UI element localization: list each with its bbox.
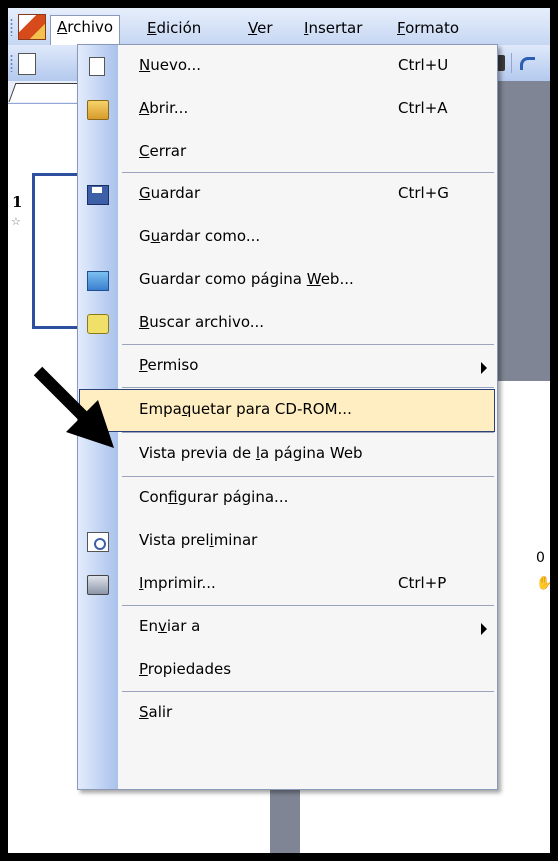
menu-insertar[interactable]: Insertar [298, 17, 368, 41]
ruler-zero-label: 0 [536, 550, 545, 566]
menu-item-salir[interactable]: Salir [78, 692, 497, 735]
submenu-arrow-icon [481, 362, 487, 374]
menu-formato[interactable]: Formato [391, 17, 465, 41]
print-preview-icon [87, 532, 109, 552]
submenu-arrow-icon [481, 623, 487, 635]
menu-item-imprimir[interactable]: Imprimir... Ctrl+P [78, 563, 497, 606]
undo-icon[interactable] [520, 57, 535, 70]
menu-separator [122, 387, 494, 388]
menu-item-configurar-pagina[interactable]: Configurar página... [78, 477, 497, 520]
menu-ver[interactable]: Ver [242, 17, 279, 41]
menu-item-vista-preliminar[interactable]: Vista preliminar [78, 520, 497, 563]
shortcut-label: Ctrl+U [398, 56, 449, 74]
menu-edicion[interactable]: Edición [141, 17, 207, 41]
shortcut-label: Ctrl+G [398, 184, 449, 202]
handshake-icon: ✋ [536, 576, 550, 591]
menu-item-propiedades[interactable]: Propiedades [78, 649, 497, 692]
screen: Archivo Edición Ver Insertar Formato 1 ☆… [8, 8, 550, 853]
toolbar-separator [511, 53, 512, 73]
shortcut-label: Ctrl+P [398, 574, 447, 592]
printer-icon [87, 575, 109, 595]
annotation-arrow-icon [33, 366, 114, 448]
menu-item-enviar-a[interactable]: Enviar a [78, 606, 497, 649]
shortcut-label: Ctrl+A [398, 99, 448, 117]
